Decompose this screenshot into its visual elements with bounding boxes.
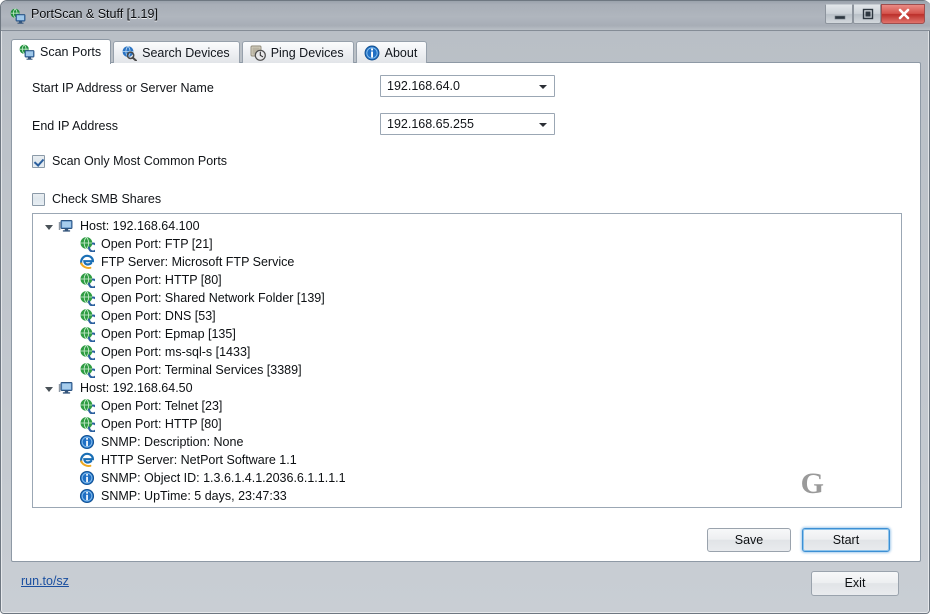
scan-results-treeview[interactable]: Host: 192.168.64.100 Open Port: FTP [21] F… — [32, 213, 902, 508]
tree-host-node[interactable]: Host: 192.168.64.50 — [33, 379, 901, 397]
tree-node-label: HTTP Server: NetPort Software 1.1 — [101, 453, 297, 467]
tree-detail-node[interactable]: HTTP Server: NetPort Software 1.1 — [33, 451, 901, 469]
tree-node-label: Open Port: Terminal Services [3389] — [101, 363, 302, 377]
website-link[interactable]: run.to/sz — [21, 574, 69, 588]
globe-port-icon — [80, 362, 95, 378]
globe-port-icon — [80, 398, 95, 414]
tree-node-label: SNMP: UpTime: 5 days, 23:47:33 — [101, 489, 287, 503]
maximize-icon — [862, 8, 874, 20]
tree-detail-node[interactable]: Open Port: HTTP [80] — [33, 271, 901, 289]
tree-node-label: Open Port: Epmap [135] — [101, 327, 236, 341]
expander-triangle-icon[interactable] — [45, 386, 53, 392]
tree-detail-node[interactable]: Open Port: DNS [53] — [33, 307, 901, 325]
stopwatch-icon — [250, 45, 266, 61]
browser-e-icon — [80, 452, 94, 467]
tree-detail-node[interactable]: SNMP: Description: None — [33, 433, 901, 451]
maximize-button[interactable] — [853, 4, 881, 24]
tree-detail-node[interactable]: SNMP: Object ID: 1.3.6.1.4.1.2036.6.1.1.… — [33, 469, 901, 487]
start-ip-combobox[interactable]: 192.168.64.0 — [380, 75, 555, 97]
tab-label: About — [384, 45, 418, 60]
globe-search-icon — [122, 45, 138, 61]
tree-node-label: Open Port: HTTP [80] — [101, 417, 222, 431]
title-bar: PortScan & Stuff [1.19] — [1, 1, 930, 31]
tree-host-node[interactable]: Host: 192.168.64.100 — [33, 217, 901, 235]
end-ip-label: End IP Address — [32, 119, 118, 133]
exit-button[interactable]: Exit — [811, 571, 899, 596]
minimize-icon — [834, 15, 846, 20]
info-blue-icon — [79, 470, 95, 486]
tree-node-list: Host: 192.168.64.100 Open Port: FTP [21] F… — [33, 217, 901, 505]
tree-node-label: SNMP: Object ID: 1.3.6.1.4.1.2036.6.1.1.… — [101, 471, 346, 485]
end-ip-value: 192.168.65.255 — [387, 117, 474, 131]
tree-detail-node[interactable]: Open Port: Shared Network Folder [139] — [33, 289, 901, 307]
tab-label: Search Devices — [142, 45, 230, 60]
tree-node-label: Host: 192.168.64.100 — [80, 219, 200, 233]
tree-detail-node[interactable]: SNMP: UpTime: 5 days, 23:47:33 — [33, 487, 901, 505]
info-icon — [364, 45, 380, 60]
chevron-down-icon — [539, 85, 547, 89]
brand-watermark: G — [800, 467, 824, 500]
tree-node-label: Open Port: Telnet [23] — [101, 399, 223, 413]
start-ip-label: Start IP Address or Server Name — [32, 81, 214, 95]
tree-node-label: Host: 192.168.64.50 — [80, 381, 193, 395]
window-title: PortScan & Stuff [1.19] — [31, 7, 158, 21]
globe-port-icon — [80, 272, 95, 288]
check-smb-shares-checkbox[interactable]: Check SMB Shares — [32, 192, 161, 206]
tab-ping-devices[interactable]: Ping Devices — [241, 41, 354, 63]
tab-label: Scan Ports — [40, 45, 102, 59]
end-ip-combobox[interactable]: 192.168.65.255 — [380, 113, 555, 135]
save-button[interactable]: Save — [707, 528, 791, 552]
close-icon — [898, 8, 910, 20]
close-button[interactable] — [881, 4, 925, 24]
tree-node-label: Open Port: Shared Network Folder [139] — [101, 291, 325, 305]
info-blue-icon — [79, 434, 95, 450]
info-blue-icon — [79, 488, 95, 504]
globe-port-icon — [80, 326, 95, 342]
tree-detail-node[interactable]: Open Port: ms-sql-s [1433] — [33, 343, 901, 361]
host-computer-icon — [58, 220, 73, 232]
tab-strip: Scan Ports Search Devices Ping Devices A… — [11, 39, 429, 64]
globe-port-icon — [80, 308, 95, 324]
minimize-button[interactable] — [825, 4, 853, 24]
tab-scan-ports[interactable]: Scan Ports — [11, 39, 112, 64]
tree-node-label: Open Port: FTP [21] — [101, 237, 213, 251]
application-window: PortScan & Stuff [1.19] Scan Ports Searc… — [0, 0, 930, 614]
scan-ports-panel: Start IP Address or Server Name 192.168.… — [11, 62, 921, 562]
tree-node-label: Open Port: ms-sql-s [1433] — [101, 345, 251, 359]
tree-detail-node[interactable]: Open Port: HTTP [80] — [33, 415, 901, 433]
checkbox-box — [32, 192, 45, 206]
tree-detail-node[interactable]: FTP Server: Microsoft FTP Service — [33, 253, 901, 271]
chevron-down-icon — [539, 123, 547, 127]
tree-node-label: SNMP: Description: None — [101, 435, 244, 449]
tree-detail-node[interactable]: Open Port: Telnet [23] — [33, 397, 901, 415]
tab-about[interactable]: About — [355, 41, 428, 63]
globe-port-icon — [80, 236, 95, 252]
browser-e-icon — [80, 254, 94, 269]
scan-common-ports-checkbox[interactable]: Scan Only Most Common Ports — [32, 154, 227, 168]
tab-search-devices[interactable]: Search Devices — [113, 41, 240, 63]
tree-detail-node[interactable]: Open Port: FTP [21] — [33, 235, 901, 253]
tree-detail-node[interactable]: Open Port: Terminal Services [3389] — [33, 361, 901, 379]
tab-label: Ping Devices — [270, 45, 344, 60]
checkbox-label: Check SMB Shares — [52, 192, 162, 206]
tree-detail-node[interactable]: Open Port: Epmap [135] — [33, 325, 901, 343]
app-network-monitor-icon — [10, 8, 26, 24]
checkbox-box — [32, 154, 45, 168]
checkbox-label: Scan Only Most Common Ports — [52, 154, 228, 168]
start-button[interactable]: Start — [802, 528, 890, 552]
start-ip-value: 192.168.64.0 — [387, 79, 460, 93]
globe-port-icon — [80, 290, 95, 306]
tree-node-label: Open Port: DNS [53] — [101, 309, 216, 323]
expander-triangle-icon[interactable] — [45, 224, 53, 230]
network-monitor-icon — [19, 44, 35, 60]
tree-node-label: Open Port: HTTP [80] — [101, 273, 222, 287]
tree-node-label: FTP Server: Microsoft FTP Service — [101, 255, 295, 269]
globe-port-icon — [80, 344, 95, 360]
host-computer-icon — [58, 382, 73, 394]
globe-port-icon — [80, 416, 95, 432]
